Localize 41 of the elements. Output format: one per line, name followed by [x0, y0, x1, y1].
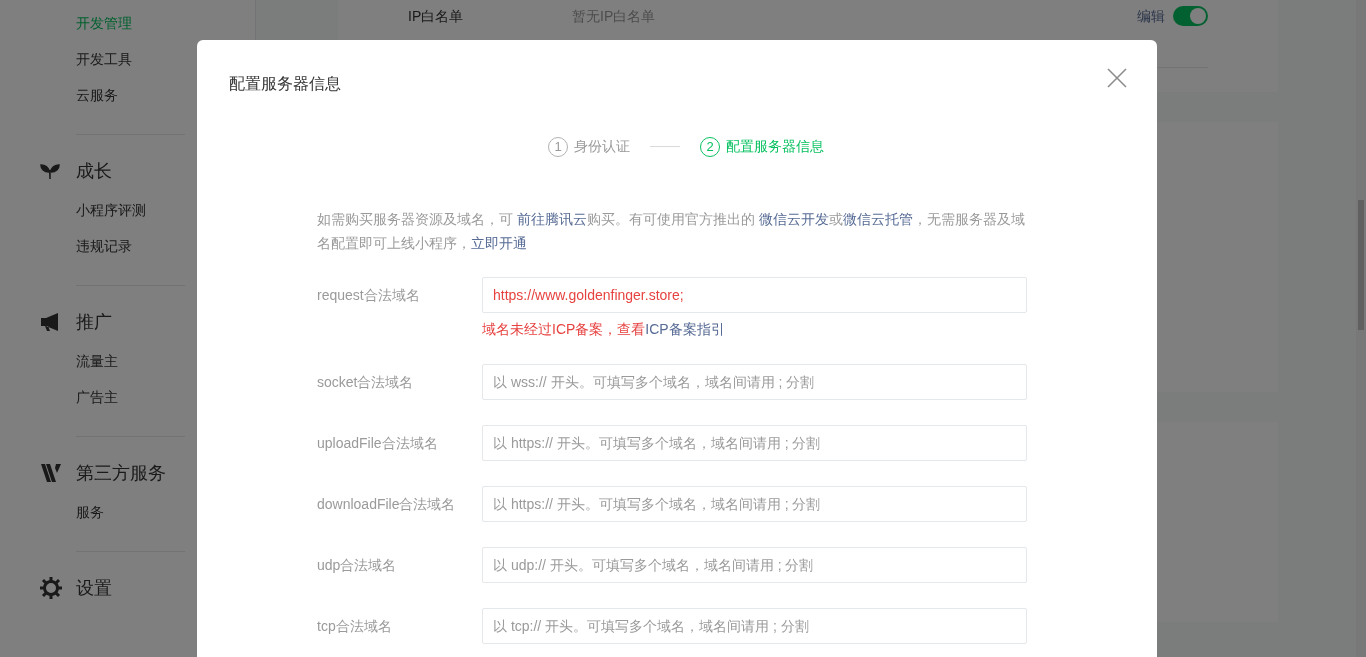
- field-label: request合法域名: [317, 286, 421, 305]
- sidebar-section-title[interactable]: 设置: [76, 574, 112, 602]
- sidebar-item[interactable]: 小程序评测: [76, 199, 185, 235]
- setting-label: IP白名单: [408, 6, 465, 26]
- link[interactable]: 微信云开发: [758, 211, 829, 227]
- sidebar-section-title[interactable]: 成长: [76, 157, 112, 185]
- settings-icon: [40, 577, 62, 599]
- sidebar-item[interactable]: 违规记录: [76, 235, 185, 271]
- sidebar-item[interactable]: 广告主: [76, 386, 185, 422]
- field-label: socket合法域名: [317, 373, 415, 392]
- scrollbar[interactable]: [1356, 0, 1366, 657]
- sidebar-section-title[interactable]: 推广: [76, 308, 112, 336]
- guide-link[interactable]: ICP备案指引: [645, 321, 725, 337]
- sidebar-section-title[interactable]: 第三方服务: [76, 459, 166, 487]
- domain-input[interactable]: 以 udp:// 开头。可填写多个域名，域名间请用 ; 分割: [482, 547, 1027, 583]
- domain-input[interactable]: https://www.goldenfinger.store;: [482, 277, 1027, 313]
- edit-link[interactable]: 编辑: [1137, 5, 1165, 27]
- sidebar-item[interactable]: 服务: [76, 501, 185, 537]
- link[interactable]: 立即开通: [471, 235, 527, 251]
- field-label: downloadFile合法域名: [317, 495, 457, 514]
- field-label: uploadFile合法域名: [317, 434, 439, 453]
- dialog-title: 配置服务器信息: [229, 74, 341, 94]
- sidebar-item[interactable]: 开发工具: [76, 48, 185, 84]
- error-message: 域名未经过ICP备案，查看ICP备案指引: [482, 320, 726, 339]
- domain-input[interactable]: 以 tcp:// 开头。可填写多个域名，域名间请用 ; 分割: [482, 608, 1027, 644]
- step: 2 配置服务器信息: [700, 136, 824, 157]
- link[interactable]: 微信云托管: [842, 211, 913, 227]
- sprout-icon: [40, 162, 60, 180]
- close-icon[interactable]: [1107, 68, 1127, 88]
- toggle-switch[interactable]: [1173, 6, 1208, 26]
- domain-input[interactable]: 以 wss:// 开头。可填写多个域名，域名间请用 ; 分割: [482, 364, 1027, 400]
- brand-logo-icon: [40, 464, 62, 482]
- sidebar-item[interactable]: 流量主: [76, 350, 185, 386]
- domain-input[interactable]: 以 https:// 开头。可填写多个域名，域名间请用 ; 分割: [482, 486, 1027, 522]
- sidebar-item[interactable]: 云服务: [76, 84, 185, 120]
- link[interactable]: 前往腾讯云: [516, 211, 587, 227]
- domain-input[interactable]: 以 https:// 开头。可填写多个域名，域名间请用 ; 分割: [482, 425, 1027, 461]
- field-label: tcp合法域名: [317, 617, 393, 636]
- intro-text: 如需购买服务器资源及域名，可 前往腾讯云购买。有可使用官方推出的 微信云开发或微信云托管，无需服务器及域名配置即可上线小程序，立即开通: [317, 210, 1026, 253]
- field-label: udp合法域名: [317, 556, 398, 575]
- step: 1 身份认证: [548, 136, 630, 157]
